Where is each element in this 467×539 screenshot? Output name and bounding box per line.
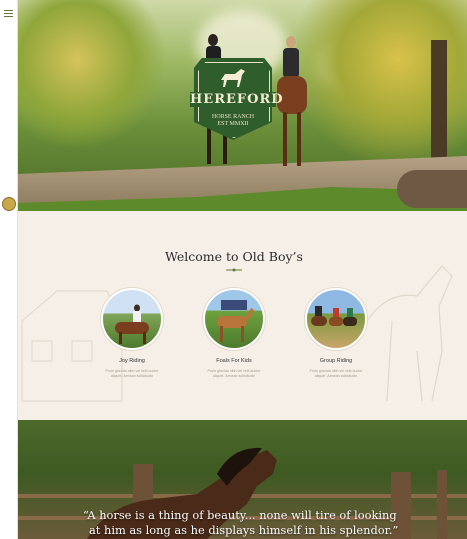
card-description: Proin gravida nibh vel velit auctor aliqu… bbox=[105, 369, 159, 378]
hamburger-menu-icon[interactable] bbox=[4, 10, 13, 17]
ranch-logo[interactable]: HEREFORD HORSE RANCH EST MMXII bbox=[190, 58, 283, 140]
group-riding-image[interactable] bbox=[305, 288, 367, 350]
service-card-group-riding[interactable]: Group Riding Proin gravida nibh vel veli… bbox=[296, 288, 376, 379]
horse-silhouette-icon bbox=[221, 69, 245, 87]
tree-foliage-left bbox=[17, 0, 167, 150]
title-divider bbox=[226, 268, 242, 272]
card-description: Proin gravida nibh vel velit auctor aliqu… bbox=[309, 369, 363, 378]
section-title: Welcome to Old Boy’s bbox=[165, 249, 303, 264]
card-description: Proin gravida nibh vel velit auctor aliqu… bbox=[207, 369, 261, 378]
tree-trunk bbox=[431, 40, 447, 160]
card-label[interactable]: Foals For Kids bbox=[194, 358, 274, 364]
logo-name: HEREFORD bbox=[190, 92, 284, 107]
logo-subtitle: HORSE RANCH EST MMXII bbox=[211, 114, 255, 127]
service-card-joy-riding[interactable]: Joy Riding Proin gravida nibh vel velit … bbox=[92, 288, 172, 379]
joy-riding-image[interactable] bbox=[101, 288, 163, 350]
quote-text: “A horse is a thing of beauty... none wi… bbox=[83, 508, 399, 537]
badge-icon[interactable] bbox=[2, 197, 16, 211]
foals-for-kids-image[interactable] bbox=[203, 288, 265, 350]
card-label[interactable]: Joy Riding bbox=[92, 358, 172, 364]
side-navigation-rail bbox=[0, 0, 18, 539]
hero-banner: HEREFORD HORSE RANCH EST MMXII bbox=[17, 0, 467, 211]
welcome-section: Welcome to Old Boy’s Joy Riding Proin gr… bbox=[17, 211, 467, 420]
fallen-log bbox=[397, 170, 467, 208]
service-card-foals-for-kids[interactable]: Foals For Kids Proin gravida nibh vel ve… bbox=[194, 288, 274, 379]
quote-banner: “A horse is a thing of beauty... none wi… bbox=[17, 420, 467, 539]
card-label[interactable]: Group Riding bbox=[296, 358, 376, 364]
